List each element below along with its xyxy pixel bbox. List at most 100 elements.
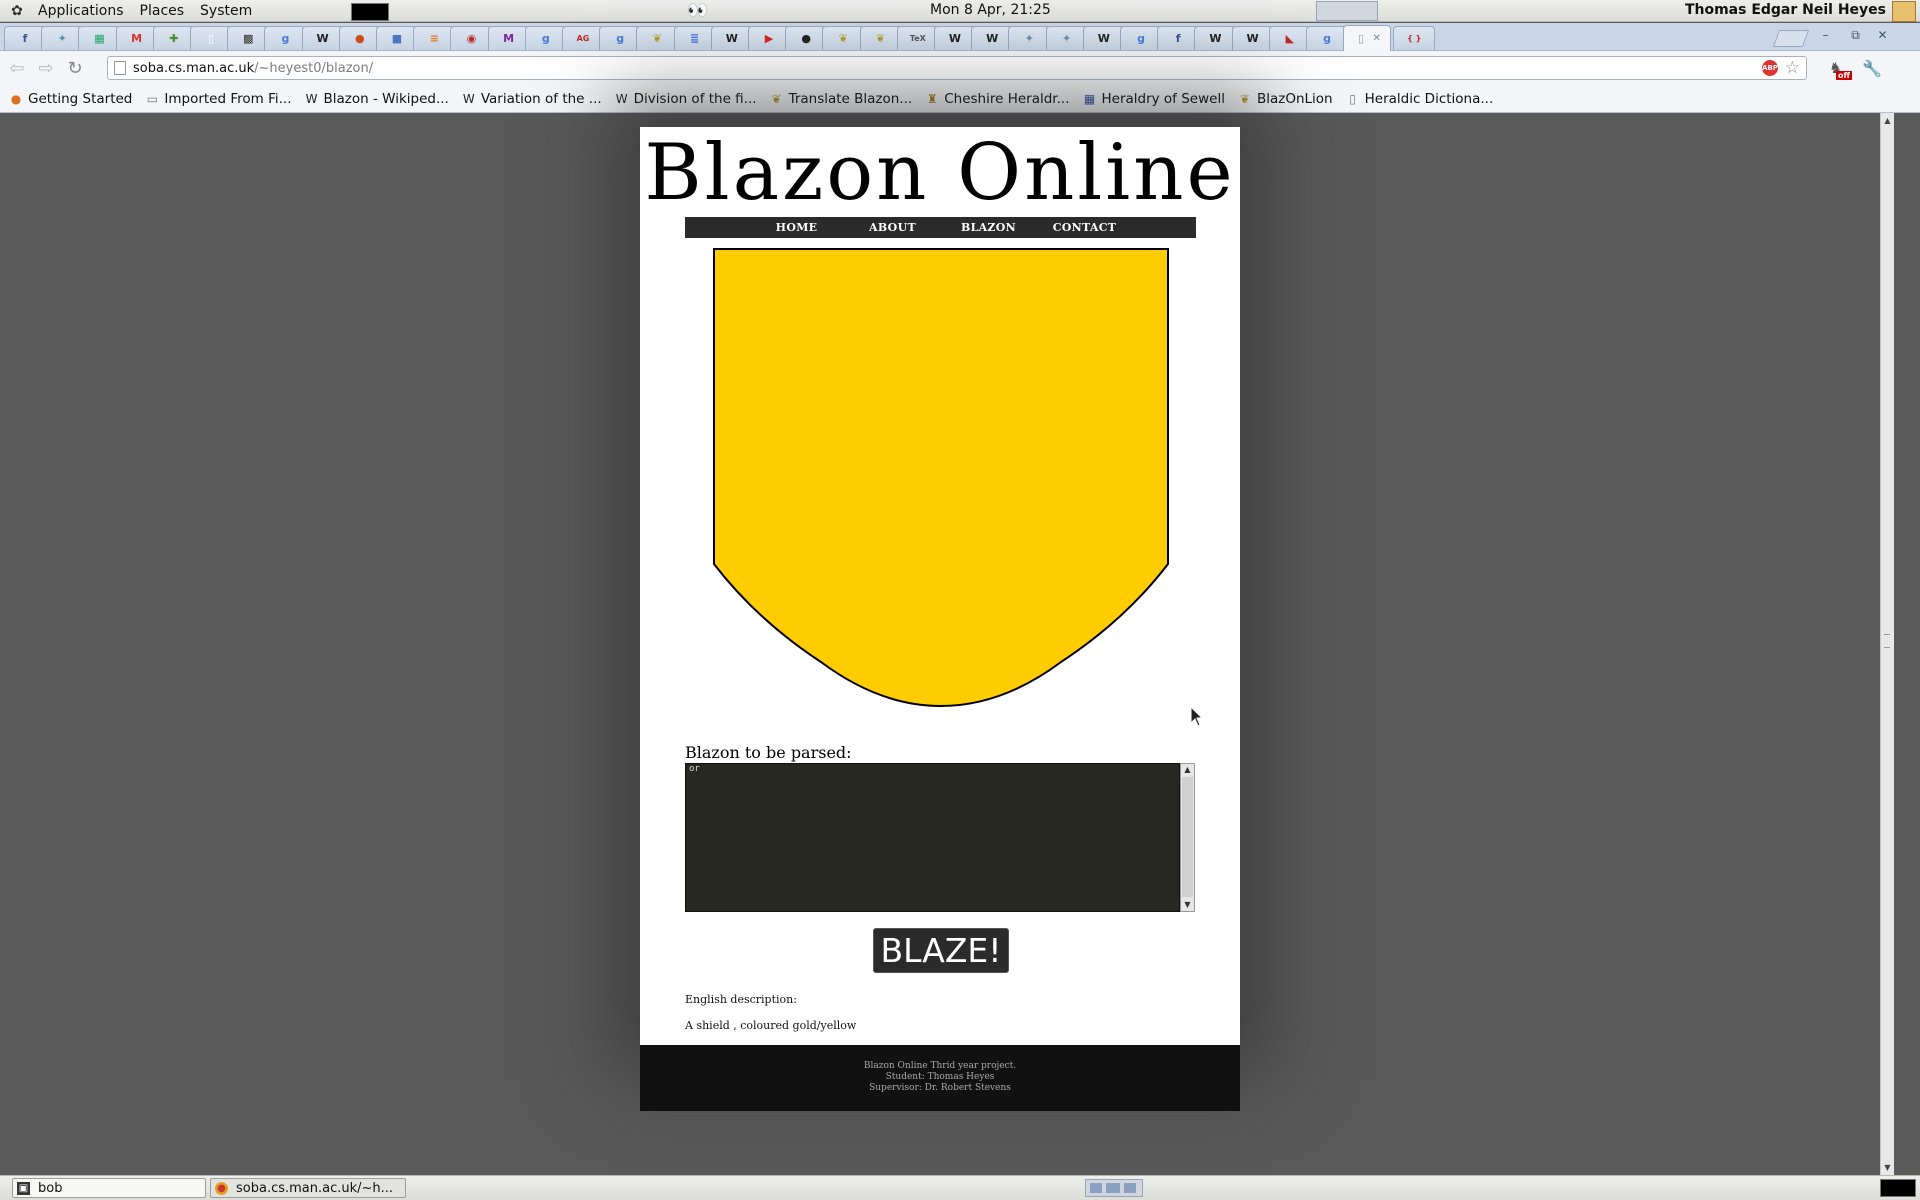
system-tray[interactable] — [1880, 1179, 1916, 1197]
browser-tab[interactable]: ● — [785, 26, 828, 50]
browser-tab[interactable]: ▩ — [227, 26, 270, 50]
nav-about[interactable]: ABOUT — [845, 221, 941, 234]
scroll-up-icon[interactable]: ▲ — [1181, 764, 1194, 776]
terminal-launcher-icon[interactable] — [351, 3, 389, 21]
workspace-cell[interactable] — [1124, 1183, 1136, 1193]
browser-tab[interactable]: TeX — [896, 26, 939, 50]
taskbar-item-terminal[interactable]: ▣ bob — [12, 1178, 206, 1198]
adblock-icon[interactable]: ABP — [1762, 60, 1778, 76]
places-menu[interactable]: Places — [132, 3, 193, 19]
wikipedia-icon: W — [1097, 32, 1110, 45]
stack-icon: ≡ — [429, 32, 439, 45]
browser-tab[interactable]: W — [1231, 26, 1274, 50]
wrench-menu-icon[interactable]: 🔧 — [1862, 59, 1882, 78]
browser-tab[interactable]: ◉ — [450, 26, 493, 50]
browser-tab[interactable]: AG — [562, 26, 604, 50]
browser-tab[interactable]: ✦ — [41, 26, 84, 50]
system-menu[interactable]: System — [192, 3, 260, 19]
browser-tab[interactable]: g — [599, 26, 642, 50]
taskbar-item-label: bob — [38, 1180, 63, 1196]
browser-tab[interactable]: g — [1120, 26, 1162, 50]
browser-tab[interactable]: W — [1082, 26, 1125, 50]
page-scrollbar[interactable]: ▲ ▼ — [1880, 113, 1894, 1175]
browser-tab[interactable]: ▯ ✕ — [1343, 25, 1392, 51]
bookmark-item[interactable]: W Variation of the ... — [462, 91, 602, 107]
browser-tab[interactable]: W — [934, 26, 976, 50]
workspace-cell[interactable] — [1090, 1183, 1102, 1193]
browser-tab[interactable]: g — [1306, 26, 1348, 50]
applications-menu[interactable]: Applications — [30, 3, 132, 19]
workspace-pager[interactable] — [1085, 1179, 1143, 1197]
browser-tab[interactable]: g — [264, 26, 307, 50]
clock[interactable]: Mon 8 Apr, 21:25 — [930, 2, 1051, 18]
browser-tab[interactable]: M — [115, 26, 158, 50]
blazon-input[interactable]: or — [685, 763, 1180, 912]
bookmark-item[interactable]: ▯ Heraldic Dictiona... — [1346, 91, 1493, 107]
bookmark-item[interactable]: W Division of the fi... — [615, 91, 757, 107]
browser-tab[interactable]: W — [1194, 26, 1237, 50]
url-path: /~heyest0/blazon/ — [254, 60, 374, 76]
bookmark-item[interactable]: ♜ Cheshire Heraldr... — [925, 91, 1070, 107]
browser-tab[interactable]: ▦ — [78, 26, 121, 50]
browser-tab[interactable]: ❦ — [859, 26, 902, 50]
close-icon[interactable]: ✕ — [1874, 28, 1891, 42]
browser-tab[interactable]: ▯ — [190, 26, 232, 50]
browser-tab[interactable]: ≡ — [413, 26, 456, 50]
workspace-cell[interactable] — [1106, 1183, 1120, 1193]
scroll-thumb[interactable] — [1182, 777, 1193, 897]
bookmark-item[interactable]: ❦ BlazOnLion — [1238, 91, 1333, 107]
bracket-icon: { } — [1407, 34, 1422, 43]
bookmark-item[interactable]: ❦ Translate Blazon... — [770, 91, 913, 107]
browser-tab[interactable]: W — [301, 26, 344, 50]
bookmark-item[interactable]: ▭ Imported From Fi... — [145, 91, 292, 107]
wikipedia-icon: W — [305, 91, 318, 106]
new-tab-button[interactable] — [1772, 30, 1810, 47]
browser-tab[interactable]: ◣ — [1268, 26, 1311, 50]
close-tab-icon[interactable]: ✕ — [1372, 33, 1380, 44]
browser-tab[interactable]: ✚ — [152, 26, 195, 50]
browser-tab[interactable]: W — [710, 26, 753, 50]
page-icon: ▯ — [1349, 91, 1356, 106]
browser-tab[interactable]: ≣ — [673, 26, 716, 50]
browser-tab[interactable]: f — [1157, 26, 1200, 50]
gnome-foot-icon[interactable]: ✿ — [8, 2, 26, 20]
user-name[interactable]: Thomas Edgar Neil Heyes — [1685, 2, 1886, 18]
bookmark-item[interactable]: ● Getting Started — [9, 91, 133, 107]
browser-tab[interactable]: W — [971, 26, 1014, 50]
bookmark-item[interactable]: ▦ Heraldry of Sewell — [1082, 91, 1225, 107]
reload-icon[interactable]: ↻ — [63, 56, 87, 80]
nav-home[interactable]: HOME — [749, 221, 845, 234]
blaze-button[interactable]: BLAZE! — [873, 928, 1009, 973]
browser-tab[interactable]: ✦ — [1045, 26, 1088, 50]
google-icon: g — [1137, 32, 1145, 45]
browser-tab[interactable]: ● — [338, 26, 381, 50]
taskbar-item-chrome[interactable]: ● soba.cs.man.ac.uk/~h... — [210, 1178, 406, 1198]
scroll-down-icon[interactable]: ▼ — [1181, 899, 1194, 911]
user-avatar[interactable] — [1892, 1, 1916, 22]
nav-blazon[interactable]: BLAZON — [941, 221, 1037, 234]
minimize-icon[interactable]: – — [1817, 28, 1834, 42]
nav-contact[interactable]: CONTACT — [1037, 221, 1133, 234]
browser-tab[interactable]: g — [524, 26, 567, 50]
address-bar[interactable]: soba.cs.man.ac.uk/~heyest0/blazon/ ABP ☆ — [107, 56, 1807, 80]
bookmark-item[interactable]: W Blazon - Wikiped... — [305, 91, 449, 107]
spreadsheet-icon: ▦ — [94, 32, 105, 45]
browser-tab[interactable]: ▶ — [748, 26, 790, 50]
browser-tab[interactable]: { } — [1393, 26, 1436, 50]
scroll-up-icon[interactable]: ▲ — [1882, 115, 1893, 126]
workspace-switcher[interactable] — [1316, 1, 1378, 21]
back-icon[interactable]: ⇦ — [5, 56, 29, 80]
scroll-grip[interactable] — [1884, 634, 1890, 648]
browser-tab[interactable]: ■ — [376, 26, 418, 50]
bookmark-star-icon[interactable]: ☆ — [1785, 58, 1800, 78]
scroll-down-icon[interactable]: ▼ — [1882, 1162, 1893, 1173]
maximize-icon[interactable]: ⧉ — [1847, 28, 1864, 42]
browser-tab[interactable]: ❦ — [636, 26, 679, 50]
tex-icon: TeX — [909, 34, 926, 43]
forward-icon[interactable]: ⇨ — [34, 56, 58, 80]
browser-tab[interactable]: ✦ — [1008, 26, 1051, 50]
browser-tab[interactable]: f — [4, 26, 46, 50]
browser-tab[interactable]: ❦ — [822, 26, 865, 50]
textarea-scrollbar[interactable]: ▲ ▼ — [1180, 763, 1195, 912]
browser-tab[interactable]: M — [487, 26, 530, 50]
